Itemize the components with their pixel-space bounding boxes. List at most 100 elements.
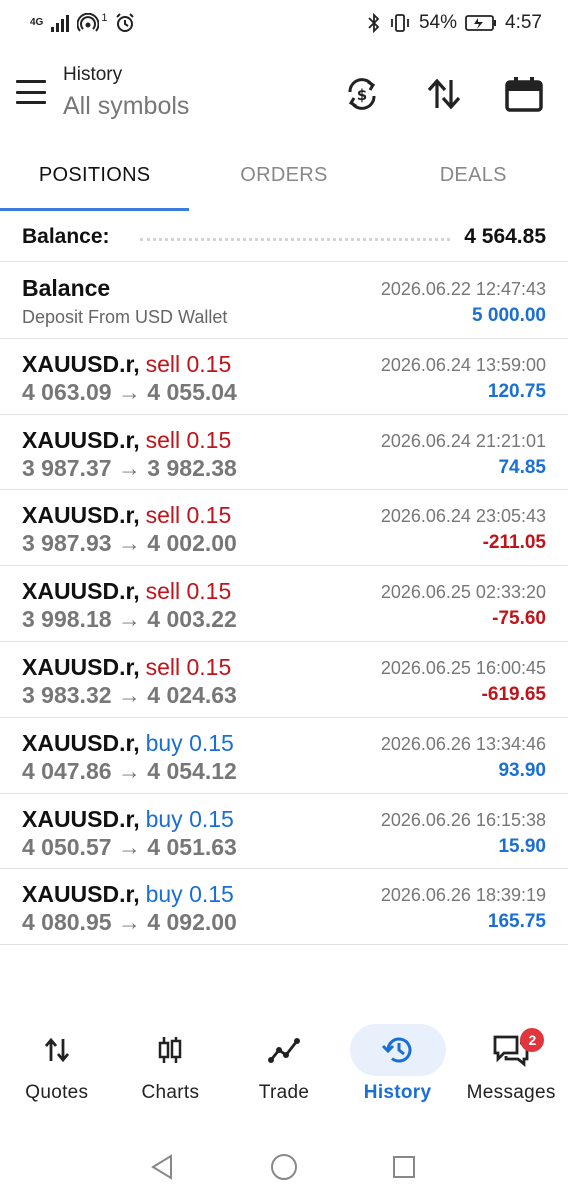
- nav-trade-label: Trade: [258, 1082, 310, 1103]
- position-profit: -211.05: [482, 532, 546, 554]
- balance-summary: Balance: 4 564.85: [0, 212, 568, 262]
- notification-count: 1: [101, 12, 108, 24]
- system-navigation: [0, 1140, 568, 1192]
- dotted-leader: [139, 238, 451, 241]
- position-time: 2026.06.26 16:15:38: [380, 809, 546, 830]
- nav-messages-label: Messages: [466, 1082, 556, 1103]
- position-symbol: XAUUSD.r,: [22, 653, 140, 680]
- quotes-icon: [44, 1037, 69, 1063]
- balance-label: Balance:: [22, 224, 110, 248]
- position-time: 2026.06.26 18:39:19: [380, 885, 546, 906]
- tab-orders[interactable]: ORDERS: [189, 150, 378, 212]
- clock: 4:57: [505, 12, 542, 33]
- position-row[interactable]: XAUUSD.r, buy 0.15 4 080.95 → 4 092.00 2026…: [0, 869, 568, 946]
- symbol-filter[interactable]: All symbols: [63, 92, 189, 121]
- nav-charts[interactable]: Charts: [114, 1020, 228, 1120]
- position-symbol: XAUUSD.r,: [22, 729, 140, 756]
- alarm-icon: [116, 13, 135, 32]
- menu-icon[interactable]: [16, 80, 46, 104]
- nav-trade[interactable]: Trade: [227, 1020, 341, 1120]
- tab-indicator: [0, 208, 189, 211]
- position-row[interactable]: XAUUSD.r, sell 0.15 3 987.93 → 4 002.00 202…: [0, 490, 568, 567]
- position-time: 2026.06.24 23:05:43: [380, 506, 546, 527]
- nav-charts-label: Charts: [141, 1082, 200, 1103]
- position-row[interactable]: XAUUSD.r, sell 0.15 3 983.32 → 4 024.63 202…: [0, 642, 568, 718]
- history-tabs: POSITIONS ORDERS DEALS: [0, 150, 568, 212]
- bluetooth-icon: [368, 13, 380, 33]
- position-type: buy 0.15: [145, 881, 234, 908]
- position-row[interactable]: XAUUSD.r, buy 0.15 4 050.57 → 4 051.63 2026…: [0, 794, 568, 870]
- trade-icon: [267, 1038, 300, 1063]
- position-row[interactable]: XAUUSD.r, buy 0.15 4 047.86 → 4 054.12 2026…: [0, 718, 568, 794]
- battery-icon: [465, 15, 497, 31]
- nav-messages[interactable]: 2 Messages: [454, 1020, 568, 1120]
- calendar-icon[interactable]: [502, 72, 546, 116]
- bottom-navigation: Quotes Charts Trade History 2 Messages: [0, 1020, 568, 1120]
- status-right: 54% 4:57: [367, 12, 542, 34]
- history-icon: [381, 1037, 412, 1063]
- position-prices: 4 063.09 → 4 055.04: [22, 378, 237, 405]
- position-prices: 4 047.86 → 4 054.12: [22, 757, 237, 784]
- nav-history-label: History: [363, 1082, 432, 1103]
- position-prices: 4 050.57 → 4 051.63: [22, 833, 237, 860]
- position-type: sell 0.15: [145, 653, 232, 680]
- position-symbol: XAUUSD.r,: [22, 578, 140, 605]
- network-type: 4G: [30, 17, 44, 28]
- position-prices: 4 080.95 → 4 092.00: [22, 909, 237, 936]
- position-symbol: XAUUSD.r,: [22, 502, 140, 529]
- position-time: 2026.06.24 21:21:01: [380, 430, 546, 451]
- balance-value: 4 564.85: [464, 224, 546, 248]
- position-prices: 3 983.32 → 4 024.63: [22, 681, 237, 708]
- position-prices: 3 998.18 → 4 003.22: [22, 606, 237, 633]
- position-symbol: XAUUSD.r,: [22, 426, 140, 453]
- status-left: 4G 1: [30, 12, 135, 33]
- position-symbol: XAUUSD.r,: [22, 350, 140, 377]
- back-icon[interactable]: [145, 1150, 179, 1184]
- position-row[interactable]: XAUUSD.r, sell 0.15 3 998.18 → 4 003.22 202…: [0, 566, 568, 642]
- position-time: 2026.06.25 02:33:20: [380, 582, 546, 603]
- vibrate-icon: [391, 14, 409, 32]
- charts-icon: [159, 1037, 182, 1063]
- hotspot-icon: [77, 13, 100, 32]
- position-time: 2026.06.24 13:59:00: [380, 354, 546, 375]
- position-row[interactable]: XAUUSD.r, sell 0.15 4 063.09 → 4 055.04 202…: [0, 339, 568, 415]
- position-prices: 3 987.93 → 4 002.00: [22, 530, 237, 557]
- deposit-time: 2026.06.22 12:47:43: [380, 279, 546, 299]
- nav-quotes[interactable]: Quotes: [0, 1020, 114, 1120]
- position-time: 2026.06.26 13:34:46: [380, 733, 546, 754]
- nav-history[interactable]: History: [341, 1020, 455, 1120]
- position-profit: 165.75: [487, 911, 546, 933]
- position-time: 2026.06.25 16:00:45: [380, 657, 546, 678]
- deposit-row[interactable]: Balance Deposit From USD Wallet 2026.06.…: [0, 263, 568, 339]
- position-prices: 3 987.37 → 3 982.38: [22, 454, 237, 481]
- recents-icon[interactable]: [387, 1150, 421, 1184]
- currency-exchange-icon[interactable]: $: [340, 72, 384, 116]
- position-profit: 74.85: [498, 456, 546, 478]
- home-icon[interactable]: [267, 1150, 301, 1184]
- tab-positions[interactable]: POSITIONS: [0, 150, 189, 212]
- position-type: buy 0.15: [145, 805, 234, 832]
- position-type: buy 0.15: [145, 729, 234, 756]
- sort-icon[interactable]: [422, 72, 466, 116]
- deposit-amount: 5 000.00: [472, 305, 546, 326]
- position-profit: 15.90: [498, 835, 546, 857]
- position-row[interactable]: XAUUSD.r, sell 0.15 3 987.37 → 3 982.38 202…: [0, 415, 568, 491]
- position-symbol: XAUUSD.r,: [22, 805, 140, 832]
- position-profit: -75.60: [492, 608, 546, 630]
- position-profit: 120.75: [487, 380, 546, 402]
- position-profit: -619.65: [481, 683, 546, 705]
- history-list: Balance Deposit From USD Wallet 2026.06.…: [0, 263, 568, 946]
- position-type: sell 0.15: [145, 578, 232, 605]
- tab-deals[interactable]: DEALS: [379, 150, 568, 212]
- nav-quotes-label: Quotes: [25, 1082, 89, 1103]
- battery-percent: 54%: [418, 12, 458, 33]
- svg-text:$: $: [357, 86, 367, 104]
- position-type: sell 0.15: [145, 502, 232, 529]
- app-header: History All symbols $: [0, 50, 568, 140]
- page-title: History: [63, 64, 123, 85]
- position-profit: 93.90: [498, 759, 546, 781]
- position-type: sell 0.15: [145, 350, 232, 377]
- deposit-description: Deposit From USD Wallet: [22, 307, 228, 327]
- position-type: sell 0.15: [145, 426, 232, 453]
- position-symbol: XAUUSD.r,: [22, 881, 140, 908]
